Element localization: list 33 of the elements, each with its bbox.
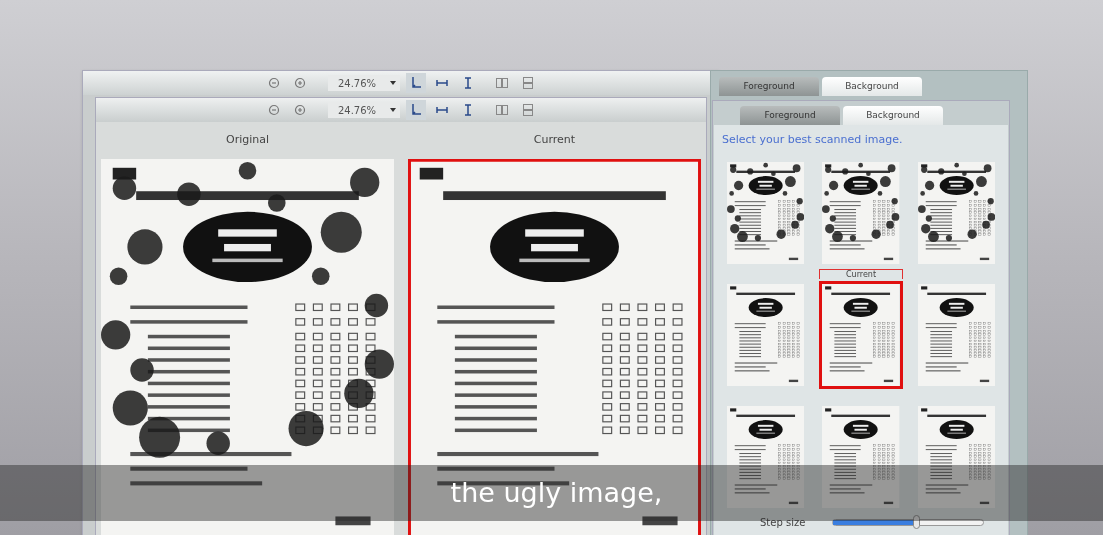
fit-page-icon xyxy=(411,77,421,89)
zoom-out-icon xyxy=(268,104,280,116)
caret-icon xyxy=(390,81,396,85)
fit-width-icon xyxy=(436,79,448,87)
stacked-view-icon xyxy=(523,104,533,116)
zoom-dropdown[interactable]: 24.76% xyxy=(328,102,400,118)
tab[interactable]: Foreground xyxy=(719,77,819,96)
pane-title: Current xyxy=(532,132,577,149)
fit-page-button[interactable] xyxy=(406,73,426,93)
tab[interactable]: Background xyxy=(843,106,943,125)
fit-height-icon xyxy=(464,77,472,89)
fit-width-icon xyxy=(436,106,448,114)
zoom-in-icon xyxy=(294,104,306,116)
side-by-side-icon xyxy=(496,78,508,88)
zoom-out-icon xyxy=(268,77,280,89)
prompt-text: Select your best scanned image. xyxy=(722,132,904,148)
zoom-value: 24.76% xyxy=(336,103,378,118)
step-size-slider[interactable] xyxy=(832,515,984,529)
slider-thumb[interactable] xyxy=(912,515,920,529)
side-by-side-icon xyxy=(496,105,508,115)
tab[interactable]: Background xyxy=(822,77,922,96)
fit-page-icon xyxy=(411,104,421,116)
zoom-in-icon xyxy=(294,77,306,89)
pane-title: Original xyxy=(224,132,270,149)
tab[interactable]: Foreground xyxy=(740,106,840,125)
subtitle-text: the ugly image, xyxy=(449,475,663,510)
fit-height-icon xyxy=(464,104,472,116)
slider-label: Step size xyxy=(760,515,807,530)
fit-page-button[interactable] xyxy=(406,100,426,120)
current-label: Current xyxy=(819,268,903,279)
caret-icon xyxy=(390,108,396,112)
stacked-view-icon xyxy=(523,77,533,89)
zoom-value: 24.76% xyxy=(336,76,378,91)
